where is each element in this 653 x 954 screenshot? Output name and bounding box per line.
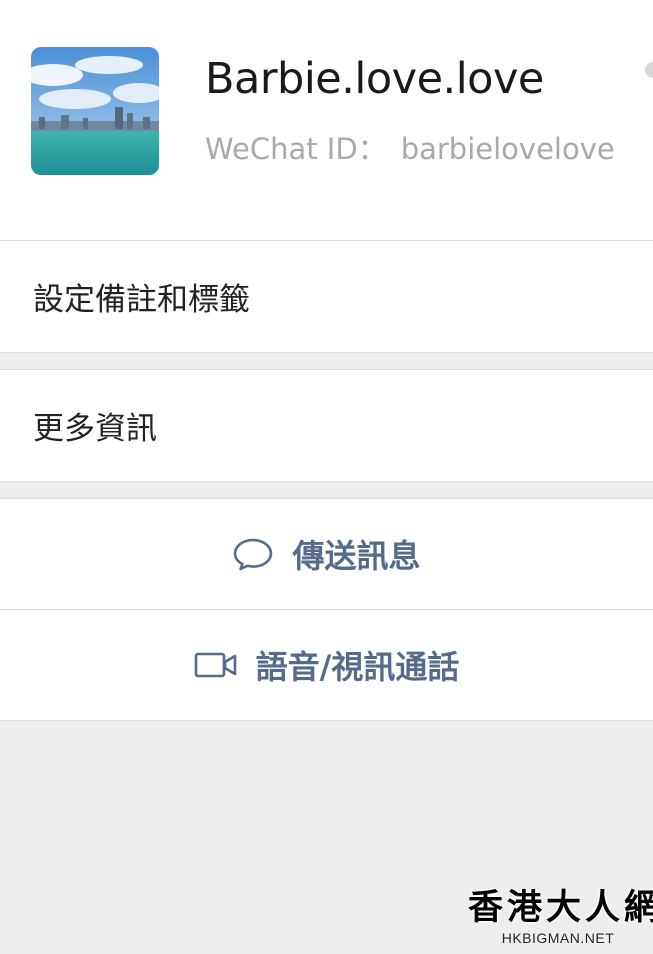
chat-bubble-icon [232,537,274,571]
more-options-icon[interactable] [645,62,653,78]
voice-video-call-button[interactable]: 語音/視訊通話 [0,610,653,720]
divider [0,481,653,482]
watermark-domain: HKBIGMAN.NET [501,930,615,946]
profile-card: Barbie.love.love WeChat ID： barbielovelov… [0,0,653,240]
remarks-tags-item[interactable]: 設定備註和標籤 [0,241,653,352]
send-message-button[interactable]: 傳送訊息 [0,499,653,609]
more-info-item[interactable]: 更多資訊 [0,370,653,481]
avatar[interactable] [31,47,159,175]
remarks-tags-label: 設定備註和標籤 [33,282,250,318]
watermark: 香港大人網 HKBIGMAN.NET [468,886,653,946]
avatar-image [31,47,159,175]
wechat-id: WeChat ID： barbielovelove [205,126,615,168]
wechat-id-label: WeChat ID： [205,132,387,166]
divider [0,720,653,721]
voice-video-call-label: 語音/視訊通話 [255,648,460,686]
wechat-id-value: barbielovelove [400,132,615,166]
nickname: Barbie.love.love [205,54,544,104]
watermark-title: 香港大人網 [468,888,653,928]
divider [0,352,653,353]
send-message-label: 傳送訊息 [292,537,421,575]
video-camera-icon [194,651,238,679]
more-info-label: 更多資訊 [33,411,157,447]
